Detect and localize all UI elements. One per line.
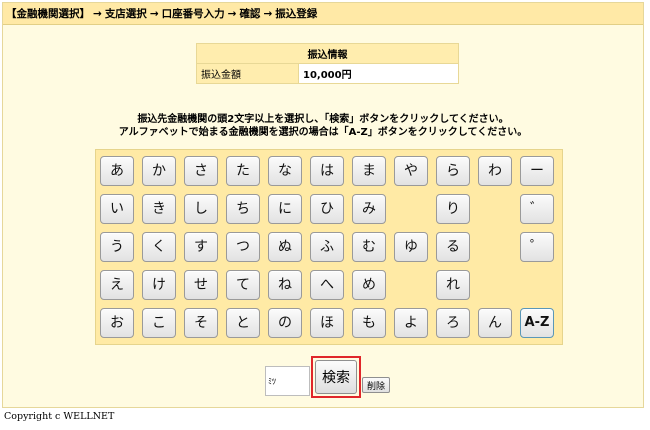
kana-key[interactable]: い	[100, 194, 134, 224]
kana-key[interactable]: も	[352, 308, 386, 338]
kana-key[interactable]: あ	[100, 156, 134, 186]
kana-key[interactable]: つ	[226, 232, 260, 262]
kana-key[interactable]: わ	[478, 156, 512, 186]
breadcrumb-step-branch: 支店選択	[104, 8, 147, 20]
kana-key[interactable]: さ	[184, 156, 218, 186]
kana-key[interactable]: ち	[226, 194, 260, 224]
kana-key[interactable]: の	[268, 308, 302, 338]
kana-key[interactable]: ね	[268, 270, 302, 300]
kana-key[interactable]: ゆ	[394, 232, 428, 262]
transfer-amount-label: 振込金額	[196, 63, 299, 84]
kana-key[interactable]: く	[142, 232, 176, 262]
kana-key[interactable]: り	[436, 194, 470, 224]
kana-key[interactable]: や	[394, 156, 428, 186]
kana-key[interactable]: な	[268, 156, 302, 186]
kana-key[interactable]: こ	[142, 308, 176, 338]
kana-key[interactable]: き	[142, 194, 176, 224]
kana-key[interactable]: に	[268, 194, 302, 224]
kana-key[interactable]: え	[100, 270, 134, 300]
kana-key[interactable]: る	[436, 232, 470, 262]
kana-key[interactable]: し	[184, 194, 218, 224]
kana-key[interactable]: む	[352, 232, 386, 262]
kana-key[interactable]: へ	[310, 270, 344, 300]
kana-key[interactable]: れ	[436, 270, 470, 300]
breadcrumb-step-register: 振込登録	[275, 8, 318, 20]
kana-key[interactable]: ろ	[436, 308, 470, 338]
kana-key[interactable]: け	[142, 270, 176, 300]
breadcrumb-current-step: 【金融機関選択】	[6, 8, 90, 20]
copyright: Copyright c WELLNET	[4, 411, 115, 422]
alphabet-az-button[interactable]: A-Z	[520, 308, 554, 338]
bank-name-input[interactable]	[265, 366, 310, 396]
kana-keyboard: あかさたなはまやらわーいきしちにひみ り ゛うくすつぬふむゆる ゜えけせてねへめ れおこ…	[95, 149, 563, 345]
transfer-amount-value: 10,000円	[298, 63, 459, 84]
kana-key[interactable]: は	[310, 156, 344, 186]
kana-key[interactable]: よ	[394, 308, 428, 338]
transfer-info-table: 振込情報 振込金額 10,000円	[196, 43, 459, 84]
kana-key[interactable]: ゛	[520, 194, 554, 224]
breadcrumb-step-confirm: 確認	[239, 8, 261, 20]
kana-key[interactable]: せ	[184, 270, 218, 300]
breadcrumb-step-account: 口座番号入力	[161, 8, 225, 20]
kana-key[interactable]: み	[352, 194, 386, 224]
main-frame: 【金融機関選択】 → 支店選択 → 口座番号入力 → 確認 → 振込登録 振込情報 振込金額 1…	[2, 2, 644, 408]
breadcrumb-arrow: →	[93, 8, 102, 20]
kana-key[interactable]: ほ	[310, 308, 344, 338]
kana-key[interactable]: と	[226, 308, 260, 338]
breadcrumb-arrow: →	[227, 8, 237, 20]
delete-button[interactable]: 削除	[362, 377, 390, 393]
kana-key[interactable]: お	[100, 308, 134, 338]
kana-key[interactable]: ん	[478, 308, 512, 338]
breadcrumb: 【金融機関選択】 → 支店選択 → 口座番号入力 → 確認 → 振込登録	[3, 3, 643, 25]
kana-key[interactable]: た	[226, 156, 260, 186]
kana-key[interactable]: ひ	[310, 194, 344, 224]
instructions: 振込先金融機関の頭2文字以上を選択し、「検索」ボタンをクリックしてください。 ア…	[3, 113, 643, 139]
breadcrumb-arrow: →	[263, 8, 273, 20]
kana-key[interactable]: そ	[184, 308, 218, 338]
kana-key[interactable]: ゜	[520, 232, 554, 262]
kana-key[interactable]: ぬ	[268, 232, 302, 262]
kana-key[interactable]: ら	[436, 156, 470, 186]
kana-key[interactable]: ー	[520, 156, 554, 186]
kana-key[interactable]: ま	[352, 156, 386, 186]
kana-key[interactable]: す	[184, 232, 218, 262]
kana-key[interactable]: か	[142, 156, 176, 186]
kana-key[interactable]: て	[226, 270, 260, 300]
breadcrumb-arrow: →	[149, 8, 159, 20]
kana-key[interactable]: う	[100, 232, 134, 262]
search-button[interactable]: 検索	[315, 360, 357, 394]
transfer-info-title: 振込情報	[196, 43, 459, 64]
instruction-line-2: アルファベットで始まる金融機関を選択の場合は「A-Z」ボタンをクリックしてくださ…	[118, 127, 528, 138]
instruction-line-1: 振込先金融機関の頭2文字以上を選択し、「検索」ボタンをクリックしてください。	[137, 114, 509, 125]
kana-key[interactable]: め	[352, 270, 386, 300]
kana-key[interactable]: ふ	[310, 232, 344, 262]
